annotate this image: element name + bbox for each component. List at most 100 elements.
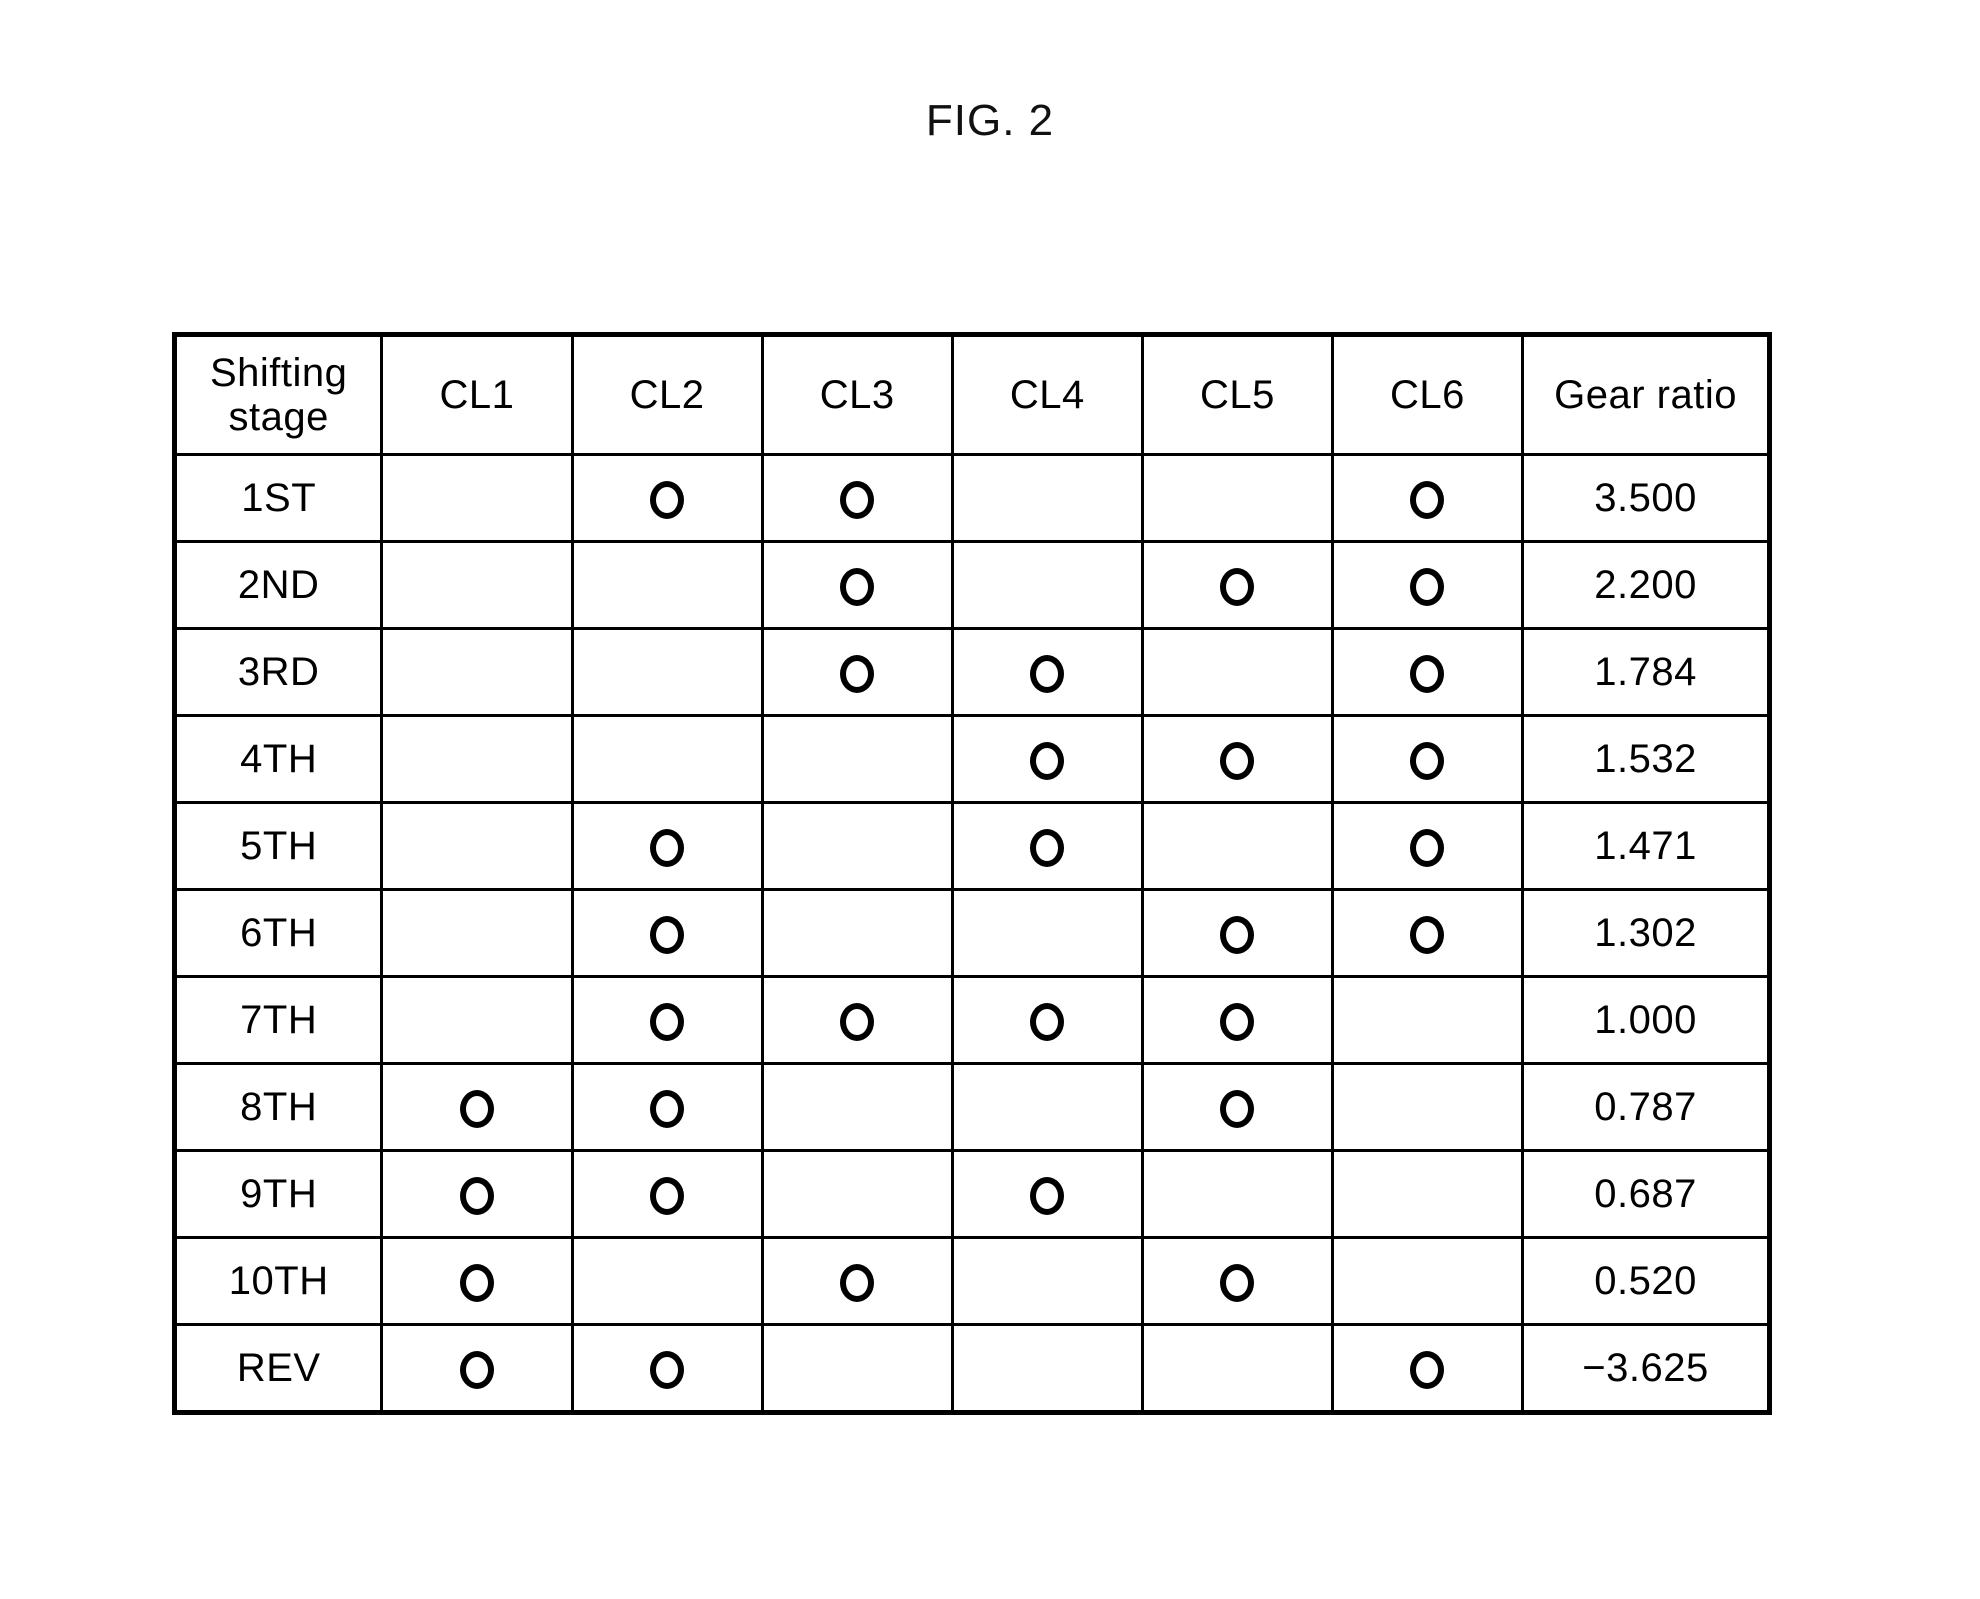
circle-mark-icon <box>1030 741 1065 780</box>
engagement-cell-cl4 <box>950 975 1144 1065</box>
engagement-cell-cl3 <box>760 453 954 543</box>
table-row: 3RD 1.784 <box>172 627 1771 717</box>
circle-mark-icon <box>1410 828 1445 867</box>
engagement-cell-cl1 <box>380 627 574 717</box>
engagement-cell-cl1 <box>380 801 574 891</box>
column-header-gear-ratio: Gear ratio <box>1521 333 1771 456</box>
engagement-cell-cl6 <box>1330 1323 1525 1414</box>
engagement-cell-cl4 <box>950 714 1144 804</box>
column-header-cl3: CL3 <box>760 333 954 456</box>
engagement-cell-cl2 <box>570 453 764 543</box>
circle-mark-icon <box>1030 1176 1065 1215</box>
shifting-stage-label-line2: stage <box>228 395 329 439</box>
engagement-cell-cl2 <box>570 888 764 978</box>
engagement-cell-cl2 <box>570 1323 764 1414</box>
engagement-cell-cl2 <box>570 975 764 1065</box>
gear-ratio-cell: 1.302 <box>1521 888 1771 978</box>
column-header-shifting-stage: Shifting stage <box>172 333 384 456</box>
engagement-cell-cl6 <box>1330 1062 1525 1152</box>
engagement-cell-cl5 <box>1140 714 1334 804</box>
gear-ratio-cell: 0.787 <box>1521 1062 1771 1152</box>
figure-title: FIG. 2 <box>925 96 1055 145</box>
engagement-cell-cl2 <box>570 540 764 630</box>
gear-ratio-cell: 3.500 <box>1521 453 1771 543</box>
circle-mark-icon <box>650 828 685 867</box>
circle-mark-icon <box>459 1089 494 1128</box>
engagement-cell-cl2 <box>570 714 764 804</box>
circle-mark-icon <box>459 1350 494 1389</box>
circle-mark-icon <box>1220 1089 1255 1128</box>
table-row: 6TH 1.302 <box>172 888 1771 978</box>
gear-ratio-cell: 1.000 <box>1521 975 1771 1065</box>
gear-ratio-cell: 1.784 <box>1521 627 1771 717</box>
circle-mark-icon <box>1410 1350 1445 1389</box>
engagement-cell-cl3 <box>760 1062 954 1152</box>
engagement-cell-cl3 <box>760 975 954 1065</box>
engagement-cell-cl5 <box>1140 1062 1334 1152</box>
engagement-cell-cl2 <box>570 1062 764 1152</box>
engagement-cell-cl3 <box>760 1236 954 1326</box>
circle-mark-icon <box>1220 1263 1255 1302</box>
engagement-cell-cl4 <box>950 540 1144 630</box>
column-header-cl1: CL1 <box>380 333 574 456</box>
gear-ratio-cell: −3.625 <box>1521 1323 1771 1414</box>
circle-mark-icon <box>1220 741 1255 780</box>
engagement-cell-cl2 <box>570 1236 764 1326</box>
table-header: Shifting stage CL1 CL2 CL3 CL4 CL5 CL6 G… <box>172 333 1771 456</box>
circle-mark-icon <box>840 567 875 606</box>
shifting-stage-cell: 6TH <box>172 888 384 978</box>
shifting-stage-cell: 7TH <box>172 975 384 1065</box>
engagement-cell-cl4 <box>950 627 1144 717</box>
column-header-cl6: CL6 <box>1330 333 1525 456</box>
column-header-cl5: CL5 <box>1140 333 1334 456</box>
circle-mark-icon <box>1030 654 1065 693</box>
shifting-stage-cell: REV <box>172 1323 384 1414</box>
engagement-cell-cl2 <box>570 627 764 717</box>
engagement-cell-cl3 <box>760 801 954 891</box>
circle-mark-icon <box>840 654 875 693</box>
engagement-cell-cl1 <box>380 453 574 543</box>
circle-mark-icon <box>459 1263 494 1302</box>
engagement-cell-cl6 <box>1330 1236 1525 1326</box>
circle-mark-icon <box>1030 828 1065 867</box>
engagement-cell-cl1 <box>380 975 574 1065</box>
gear-ratio-cell: 0.687 <box>1521 1149 1771 1239</box>
engagement-cell-cl5 <box>1140 975 1334 1065</box>
table-row: 9TH 0.687 <box>172 1149 1771 1239</box>
engagement-cell-cl3 <box>760 627 954 717</box>
engagement-cell-cl6 <box>1330 540 1525 630</box>
shifting-stage-cell: 1ST <box>172 453 384 543</box>
table-row: 4TH 1.532 <box>172 714 1771 804</box>
circle-mark-icon <box>650 1176 685 1215</box>
table-body: 1ST 3.500 2ND 2.200 3RD 1.784 4TH 1.532 5TH 1.471… <box>172 453 1771 1414</box>
column-header-cl4: CL4 <box>950 333 1144 456</box>
circle-mark-icon <box>459 1176 494 1215</box>
table-row: 8TH 0.787 <box>172 1062 1771 1152</box>
column-header-cl2: CL2 <box>570 333 764 456</box>
circle-mark-icon <box>1030 1002 1065 1041</box>
gear-ratio-cell: 1.471 <box>1521 801 1771 891</box>
circle-mark-icon <box>1410 915 1445 954</box>
engagement-cell-cl6 <box>1330 1149 1525 1239</box>
engagement-cell-cl5 <box>1140 540 1334 630</box>
engagement-cell-cl4 <box>950 1062 1144 1152</box>
engagement-cell-cl6 <box>1330 975 1525 1065</box>
circle-mark-icon <box>650 1350 685 1389</box>
engagement-cell-cl4 <box>950 888 1144 978</box>
engagement-cell-cl5 <box>1140 888 1334 978</box>
shifting-stage-cell: 2ND <box>172 540 384 630</box>
shifting-stage-cell: 9TH <box>172 1149 384 1239</box>
circle-mark-icon <box>650 480 685 519</box>
engagement-cell-cl6 <box>1330 888 1525 978</box>
table-row: 5TH 1.471 <box>172 801 1771 891</box>
circle-mark-icon <box>840 1263 875 1302</box>
shifting-stage-cell: 4TH <box>172 714 384 804</box>
engagement-cell-cl3 <box>760 1323 954 1414</box>
engagement-cell-cl4 <box>950 801 1144 891</box>
table-row: 10TH 0.520 <box>172 1236 1771 1326</box>
table-row: REV −3.625 <box>172 1323 1771 1414</box>
engagement-cell-cl2 <box>570 801 764 891</box>
gear-ratio-cell: 0.520 <box>1521 1236 1771 1326</box>
circle-mark-icon <box>650 1002 685 1041</box>
engagement-cell-cl4 <box>950 1149 1144 1239</box>
